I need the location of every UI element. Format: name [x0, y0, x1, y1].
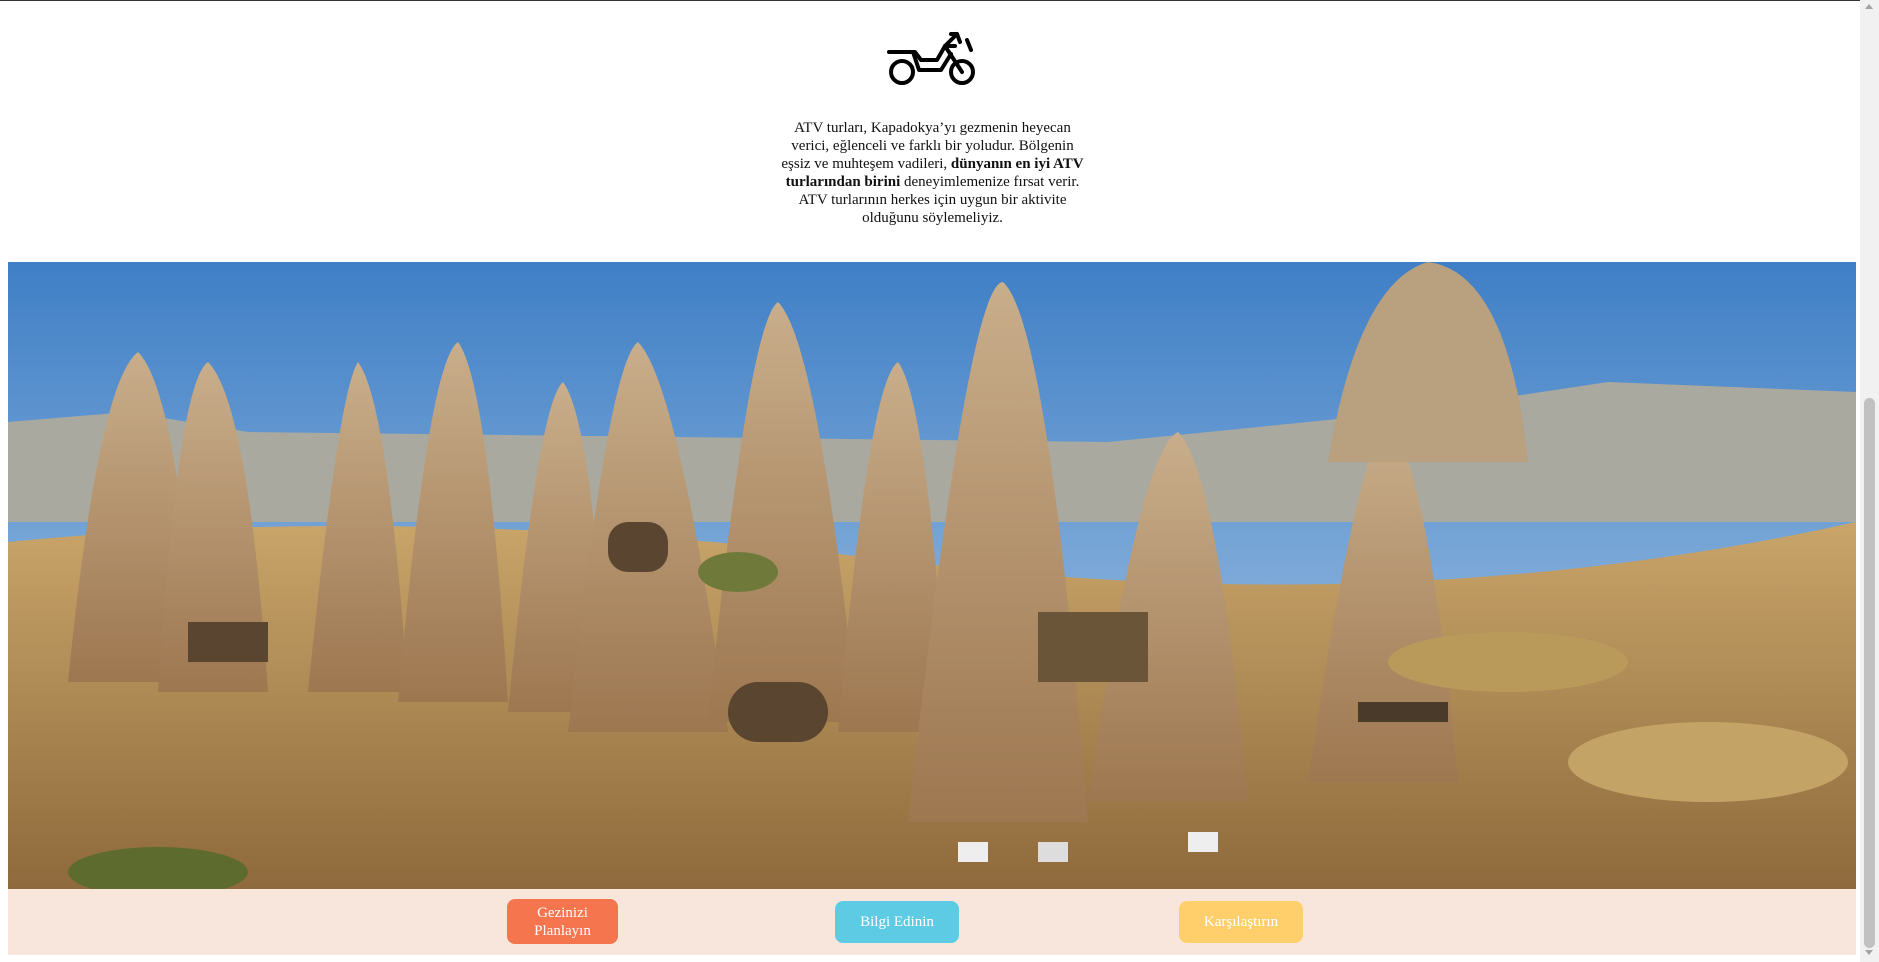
window-top-border [0, 0, 1879, 1]
compare-button[interactable]: Karşılaştırın [1179, 901, 1303, 943]
intro-paragraph: ATV turları, Kapadokya’yı gezmenin heyec… [775, 119, 1090, 227]
plan-trip-button[interactable]: Gezinizi Planlayın [507, 899, 618, 944]
get-info-button[interactable]: Bilgi Edinin [835, 901, 959, 943]
scroll-thumb[interactable] [1864, 398, 1875, 948]
scroll-up-arrow-icon[interactable] [1865, 4, 1873, 9]
motorcycle-icon [885, 30, 979, 88]
hero-image [8, 262, 1856, 889]
cta-bar: Gezinizi Planlayın Bilgi Edinin Karşılaş… [8, 889, 1856, 955]
scroll-down-arrow-icon[interactable] [1865, 950, 1873, 955]
vertical-scrollbar[interactable] [1860, 0, 1879, 962]
